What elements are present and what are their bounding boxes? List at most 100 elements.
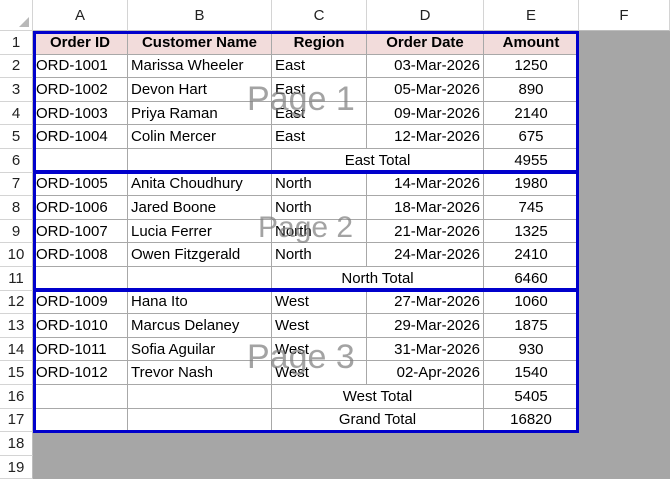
- cell-region[interactable]: North: [272, 243, 367, 267]
- cell-order-date[interactable]: 21-Mar-2026: [367, 219, 484, 244]
- cell-amount[interactable]: 1980: [484, 172, 579, 197]
- cell-customer[interactable]: Anita Choudhury: [128, 172, 272, 197]
- cell-order-id[interactable]: ORD-1003: [33, 101, 128, 126]
- cell-order-date[interactable]: 31-Mar-2026: [367, 337, 484, 362]
- cell-order-id[interactable]: ORD-1006: [33, 196, 128, 220]
- cell-order-id[interactable]: ORD-1011: [33, 337, 128, 362]
- cell-order-id[interactable]: ORD-1004: [33, 125, 128, 149]
- cell-customer[interactable]: Owen Fitzgerald: [128, 243, 272, 267]
- cell-customer[interactable]: Colin Mercer: [128, 125, 272, 149]
- row-header-1[interactable]: 1: [0, 31, 33, 55]
- cell-customer[interactable]: Marcus Delaney: [128, 314, 272, 338]
- empty-cell[interactable]: [128, 385, 272, 409]
- row-header-4[interactable]: 4: [0, 101, 33, 126]
- cell-amount[interactable]: 2140: [484, 101, 579, 126]
- row-header-5[interactable]: 5: [0, 125, 33, 149]
- row-header-12[interactable]: 12: [0, 290, 33, 315]
- header-region[interactable]: Region: [272, 31, 367, 55]
- row-header-3[interactable]: 3: [0, 78, 33, 102]
- header-order-id[interactable]: Order ID: [33, 31, 128, 55]
- cell-customer[interactable]: Lucia Ferrer: [128, 219, 272, 244]
- column-header-b[interactable]: B: [128, 0, 272, 31]
- cell-amount[interactable]: 890: [484, 78, 579, 102]
- column-header-a[interactable]: A: [33, 0, 128, 31]
- cell-amount[interactable]: 1325: [484, 219, 579, 244]
- empty-cell[interactable]: [33, 385, 128, 409]
- row-header-6[interactable]: 6: [0, 149, 33, 173]
- cell-region[interactable]: West: [272, 337, 367, 362]
- cell-order-id[interactable]: ORD-1005: [33, 172, 128, 197]
- cell-region[interactable]: West: [272, 361, 367, 385]
- row-header-15[interactable]: 15: [0, 361, 33, 385]
- empty-cell[interactable]: [128, 408, 272, 433]
- row-header-14[interactable]: 14: [0, 337, 33, 362]
- row-header-10[interactable]: 10: [0, 243, 33, 267]
- cell-amount[interactable]: 675: [484, 125, 579, 149]
- cell-region[interactable]: East: [272, 125, 367, 149]
- cell-order-id[interactable]: ORD-1007: [33, 219, 128, 244]
- row-header-11[interactable]: 11: [0, 267, 33, 291]
- cell-amount[interactable]: 745: [484, 196, 579, 220]
- cell-amount[interactable]: 2410: [484, 243, 579, 267]
- cell-amount[interactable]: 1875: [484, 314, 579, 338]
- row-header-17[interactable]: 17: [0, 408, 33, 433]
- grand-total-amount[interactable]: 16820: [484, 408, 579, 433]
- cell-order-date[interactable]: 24-Mar-2026: [367, 243, 484, 267]
- cell-order-date[interactable]: 27-Mar-2026: [367, 290, 484, 315]
- cell-region[interactable]: East: [272, 101, 367, 126]
- cell-customer[interactable]: Priya Raman: [128, 101, 272, 126]
- row-header-13[interactable]: 13: [0, 314, 33, 338]
- page-break-line-1[interactable]: [33, 170, 579, 174]
- cell-customer[interactable]: Marissa Wheeler: [128, 54, 272, 79]
- column-header-e[interactable]: E: [484, 0, 579, 31]
- row-header-7[interactable]: 7: [0, 172, 33, 197]
- cell-region[interactable]: West: [272, 314, 367, 338]
- cell-customer[interactable]: Trevor Nash: [128, 361, 272, 385]
- cell-order-id[interactable]: ORD-1008: [33, 243, 128, 267]
- page-break-line-2[interactable]: [33, 288, 579, 292]
- cell-region[interactable]: North: [272, 219, 367, 244]
- cell-region[interactable]: East: [272, 78, 367, 102]
- cell-customer[interactable]: Hana Ito: [128, 290, 272, 315]
- cell-order-date[interactable]: 09-Mar-2026: [367, 101, 484, 126]
- select-all-corner[interactable]: [0, 0, 33, 31]
- row-header-19[interactable]: 19: [0, 455, 33, 479]
- cell-order-id[interactable]: ORD-1001: [33, 54, 128, 79]
- west-total-label[interactable]: West Total: [272, 385, 484, 409]
- cell-customer[interactable]: Sofia Aguilar: [128, 337, 272, 362]
- west-total-amount[interactable]: 5405: [484, 385, 579, 409]
- row-header-8[interactable]: 8: [0, 196, 33, 220]
- cell-order-id[interactable]: ORD-1010: [33, 314, 128, 338]
- header-customer-name[interactable]: Customer Name: [128, 31, 272, 55]
- row-header-9[interactable]: 9: [0, 219, 33, 244]
- cell-amount[interactable]: 1250: [484, 54, 579, 79]
- cell-order-date[interactable]: 02-Apr-2026: [367, 361, 484, 385]
- cell-order-id[interactable]: ORD-1012: [33, 361, 128, 385]
- column-header-f[interactable]: F: [579, 0, 670, 31]
- column-header-c[interactable]: C: [272, 0, 367, 31]
- row-header-2[interactable]: 2: [0, 54, 33, 79]
- cell-order-date[interactable]: 05-Mar-2026: [367, 78, 484, 102]
- column-header-d[interactable]: D: [367, 0, 484, 31]
- cell-order-date[interactable]: 18-Mar-2026: [367, 196, 484, 220]
- cell-order-id[interactable]: ORD-1002: [33, 78, 128, 102]
- cell-order-id[interactable]: ORD-1009: [33, 290, 128, 315]
- cell-amount[interactable]: 930: [484, 337, 579, 362]
- cell-amount[interactable]: 1540: [484, 361, 579, 385]
- cell-order-date[interactable]: 03-Mar-2026: [367, 54, 484, 79]
- empty-cell[interactable]: [33, 408, 128, 433]
- header-amount[interactable]: Amount: [484, 31, 579, 55]
- cell-region[interactable]: West: [272, 290, 367, 315]
- grand-total-label[interactable]: Grand Total: [272, 408, 484, 433]
- row-header-16[interactable]: 16: [0, 385, 33, 409]
- cell-region[interactable]: North: [272, 172, 367, 197]
- cell-order-date[interactable]: 14-Mar-2026: [367, 172, 484, 197]
- cell-customer[interactable]: Jared Boone: [128, 196, 272, 220]
- cell-order-date[interactable]: 29-Mar-2026: [367, 314, 484, 338]
- header-order-date[interactable]: Order Date: [367, 31, 484, 55]
- cell-order-date[interactable]: 12-Mar-2026: [367, 125, 484, 149]
- cell-region[interactable]: North: [272, 196, 367, 220]
- cell-customer[interactable]: Devon Hart: [128, 78, 272, 102]
- cell-region[interactable]: East: [272, 54, 367, 79]
- cell-amount[interactable]: 1060: [484, 290, 579, 315]
